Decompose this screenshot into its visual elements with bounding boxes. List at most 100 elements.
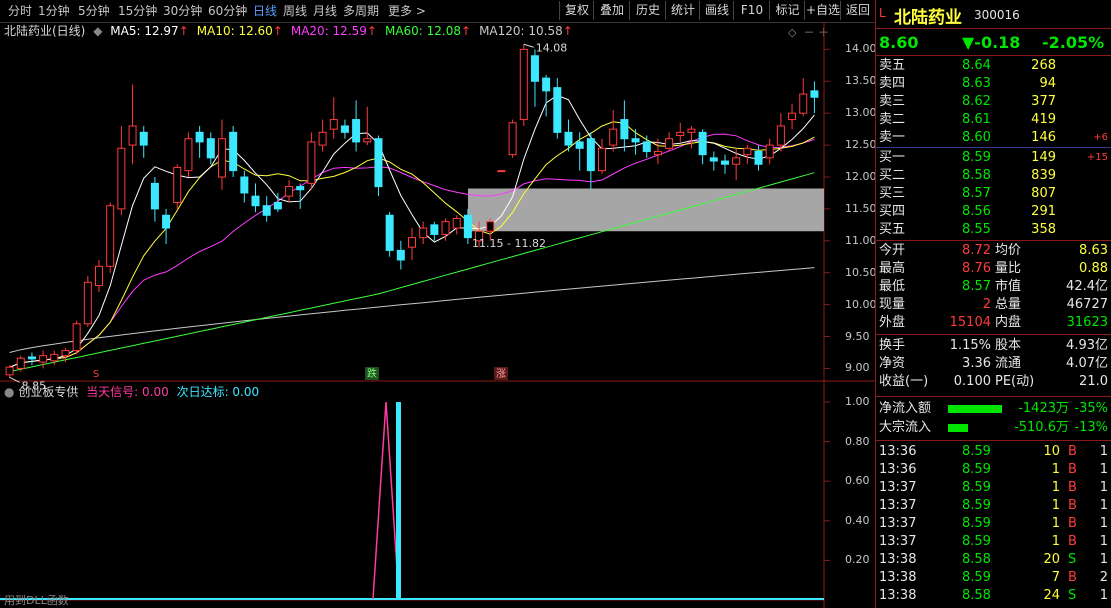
tick-count: 1 bbox=[1099, 516, 1108, 531]
ask-volume: 419 bbox=[1031, 112, 1056, 127]
price-axis-label: 9.50 bbox=[845, 329, 870, 343]
period-tab-7[interactable]: 周线 bbox=[283, 3, 307, 19]
candle-body bbox=[799, 93, 808, 114]
period-tab-2[interactable]: 5分钟 bbox=[78, 3, 110, 19]
candle-body bbox=[497, 170, 506, 173]
bid-label: 买四 bbox=[879, 204, 906, 219]
candle-body bbox=[50, 353, 59, 362]
period-tab-4[interactable]: 30分钟 bbox=[163, 3, 202, 19]
toolbar-button-3[interactable]: 统计 bbox=[665, 1, 700, 20]
candle-body bbox=[732, 157, 741, 165]
bid-price: 8.58 bbox=[962, 168, 991, 183]
toolbar-button-8[interactable]: 返回 bbox=[840, 1, 875, 20]
tick-side: S bbox=[1068, 552, 1077, 567]
candle-body bbox=[620, 119, 629, 140]
price-zone bbox=[468, 188, 824, 232]
stat-value: 15104 bbox=[949, 315, 991, 330]
period-tab-8[interactable]: 月线 bbox=[313, 3, 337, 19]
ask-row-4[interactable]: 卖一 8.60 146 +6 bbox=[876, 129, 1111, 147]
toolbar-button-2[interactable]: 历史 bbox=[629, 1, 666, 20]
period-tab-3[interactable]: 15分钟 bbox=[118, 3, 157, 19]
tick-count: 1 bbox=[1099, 444, 1108, 459]
tick-side: B bbox=[1068, 516, 1077, 531]
stat-row-0: 今开 8.72 均价 8.63 bbox=[876, 242, 1111, 260]
kline-chart[interactable]: 14.088.8511.15 - 11.82S 跌涨 bbox=[0, 22, 875, 608]
tick-volume: 1 bbox=[1051, 516, 1060, 531]
period-tab-10[interactable]: 更多 > bbox=[388, 3, 426, 19]
stat-label: 收益(一) bbox=[879, 374, 929, 389]
marker-rise: 涨 bbox=[496, 368, 506, 380]
stat-value: 8.57 bbox=[962, 279, 991, 294]
toolbar-button-1[interactable]: 叠加 bbox=[593, 1, 630, 20]
price-axis-label: 13.50 bbox=[845, 74, 877, 88]
candle-body bbox=[27, 356, 36, 360]
tick-count: 1 bbox=[1099, 462, 1108, 477]
bid-price: 8.59 bbox=[962, 150, 991, 165]
bid-price: 8.57 bbox=[962, 186, 991, 201]
stat-label: PE(动) bbox=[995, 374, 1035, 389]
ask-row-2[interactable]: 卖三 8.62 377 bbox=[876, 93, 1111, 111]
divider bbox=[876, 240, 1111, 241]
bid-row-2[interactable]: 买三 8.57 807 bbox=[876, 185, 1111, 203]
toolbar-button-5[interactable]: F10 bbox=[733, 1, 770, 20]
period-tab-6[interactable]: 日线 bbox=[253, 3, 277, 19]
toolbar-button-4[interactable]: 画线 bbox=[699, 1, 734, 20]
tick-side: B bbox=[1068, 534, 1077, 549]
toolbar-button-7[interactable]: +自选 bbox=[804, 1, 841, 20]
bid-row-0[interactable]: 买一 8.59 149 +15 bbox=[876, 149, 1111, 167]
period-toolbar: 分时 1分钟 5分钟 15分钟 30分钟 60分钟 日线 周线 月线 多周期 更多 > 复权 叠加 历史统… bbox=[0, 0, 875, 23]
tick-count: 1 bbox=[1099, 498, 1108, 513]
candle-body bbox=[396, 249, 405, 261]
divider bbox=[876, 396, 1111, 397]
stat-row-3: 现量 2 总量 46727 bbox=[876, 296, 1111, 314]
bid-row-4[interactable]: 买五 8.55 358 bbox=[876, 221, 1111, 239]
price-axis-label: 11.00 bbox=[845, 233, 877, 247]
bid-volume: 291 bbox=[1031, 204, 1056, 219]
period-tab-9[interactable]: 多周期 bbox=[343, 3, 379, 19]
tick-row: 13:38 8.58 20 S 1 bbox=[876, 551, 1111, 569]
indicator-signal-today: 当天信号: 0.00 bbox=[86, 385, 169, 399]
candle-body bbox=[553, 87, 562, 133]
ask-volume: 268 bbox=[1031, 58, 1056, 73]
period-tab-1[interactable]: 1分钟 bbox=[38, 3, 70, 19]
stock-code: 300016 bbox=[974, 8, 1020, 22]
candle-body bbox=[307, 141, 316, 184]
ask-row-1[interactable]: 卖四 8.63 94 bbox=[876, 75, 1111, 93]
stat-label: 换手 bbox=[879, 338, 906, 353]
stat-value: 0.88 bbox=[1079, 261, 1108, 276]
stat-row-1: 最高 8.76 量比 0.88 bbox=[876, 260, 1111, 278]
tick-time: 13:37 bbox=[879, 498, 917, 513]
candle-body bbox=[542, 77, 551, 92]
candle-body bbox=[530, 55, 539, 82]
ask-row-0[interactable]: 卖五 8.64 268 bbox=[876, 57, 1111, 75]
settings-dot-icon[interactable]: ● bbox=[4, 385, 14, 399]
flow-bar bbox=[948, 424, 968, 432]
toolbar-button-0[interactable]: 复权 bbox=[559, 1, 594, 20]
tick-row: 13:36 8.59 1 B 1 bbox=[876, 461, 1111, 479]
period-tab-5[interactable]: 60分钟 bbox=[208, 3, 247, 19]
stat-label: 最低 bbox=[879, 279, 906, 294]
price-axis-label: 11.50 bbox=[845, 201, 877, 215]
tick-side: B bbox=[1068, 570, 1077, 585]
tick-side: B bbox=[1068, 480, 1077, 495]
candle-body bbox=[452, 217, 461, 229]
flow-bar bbox=[948, 405, 1002, 413]
bid-row-3[interactable]: 买四 8.56 291 bbox=[876, 203, 1111, 221]
tick-row: 13:38 8.58 24 S 1 bbox=[876, 587, 1111, 605]
toolbar-button-6[interactable]: 标记 bbox=[769, 1, 805, 20]
stat-row-5: 换手 1.15% 股本 4.93亿 bbox=[876, 337, 1111, 355]
tick-price: 8.59 bbox=[962, 462, 991, 477]
ask-row-3[interactable]: 卖二 8.61 419 bbox=[876, 111, 1111, 129]
tick-volume: 7 bbox=[1051, 570, 1060, 585]
candle-body bbox=[743, 147, 752, 156]
period-tab-0[interactable]: 分时 bbox=[8, 3, 32, 19]
candle-body bbox=[340, 125, 349, 133]
ask-price: 8.61 bbox=[962, 112, 991, 127]
bid-row-1[interactable]: 买二 8.58 839 bbox=[876, 167, 1111, 185]
tick-row: 13:37 8.59 1 B 1 bbox=[876, 497, 1111, 515]
bid-volume: 839 bbox=[1031, 168, 1056, 183]
quote-panel: L 北陆药业 300016 8.60 ▼-0.18 -2.05% 卖五 8.64 268 卖四 8.… bbox=[875, 0, 1111, 608]
candle-body bbox=[217, 138, 226, 178]
stat-label: 最高 bbox=[879, 261, 906, 276]
candle-body bbox=[95, 265, 104, 286]
